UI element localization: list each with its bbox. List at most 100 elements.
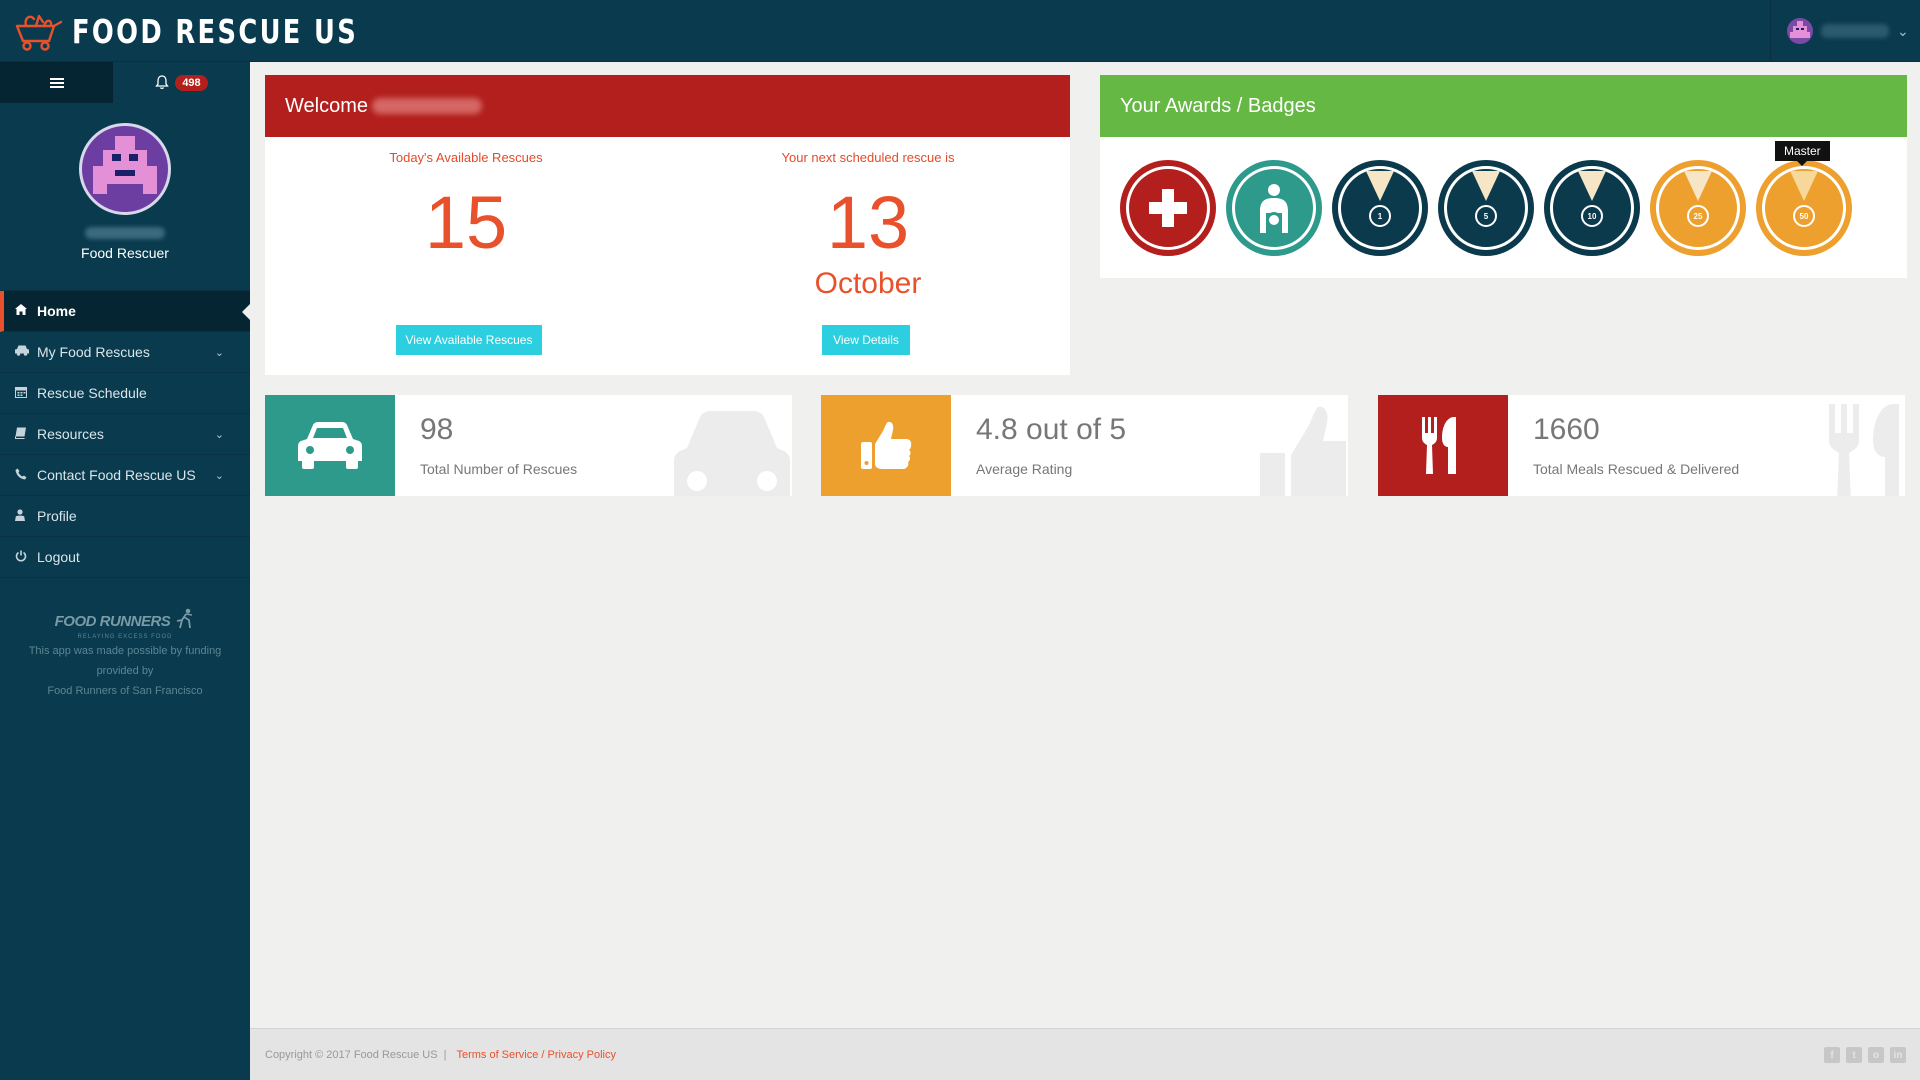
footer-copyright: Copyright © 2017 Food Rescue US bbox=[265, 1048, 438, 1061]
medal-10-badge[interactable]: 10 bbox=[1544, 160, 1640, 256]
sidebar-toolbar: 498 bbox=[0, 62, 250, 103]
book-icon bbox=[15, 427, 37, 442]
next-rescue-month: October bbox=[814, 267, 922, 300]
user-name-blurred bbox=[1821, 24, 1889, 38]
sidebar-item-contact[interactable]: Contact Food Rescue US ⌄ bbox=[0, 455, 250, 496]
sidebar-item-label: Profile bbox=[37, 508, 77, 524]
power-icon bbox=[15, 550, 37, 565]
view-details-button[interactable]: View Details bbox=[822, 325, 910, 355]
profile-block: Food Rescuer bbox=[0, 103, 250, 291]
nurture-badge[interactable] bbox=[1226, 160, 1322, 256]
facebook-icon[interactable]: f bbox=[1824, 1047, 1840, 1063]
sidebar: 498 Food Rescuer Home My Food Rescues ⌄ … bbox=[0, 62, 251, 1080]
stat-card-rescues: 98 Total Number of Rescues bbox=[265, 395, 792, 496]
welcome-title: Welcome bbox=[285, 94, 368, 117]
stat-value-rating: 4.8 out of 5 bbox=[976, 413, 1127, 446]
stat-value-rescues: 98 bbox=[420, 413, 454, 446]
sponsor-line-3: Food Runners of San Francisco bbox=[47, 685, 203, 697]
car-icon bbox=[265, 395, 395, 496]
profile-username-blurred bbox=[85, 227, 165, 239]
awards-card: Your Awards / Badges 1 5 10 25 50 Master bbox=[1100, 75, 1907, 278]
brand[interactable]: FOOD RESCUE US bbox=[14, 10, 439, 52]
sidebar-item-label: Contact Food Rescue US bbox=[37, 467, 196, 483]
brand-name: FOOD RESCUE US bbox=[72, 11, 359, 51]
twitter-icon[interactable]: t bbox=[1846, 1047, 1862, 1063]
sidebar-item-label: My Food Rescues bbox=[37, 344, 150, 360]
car-watermark-icon bbox=[674, 411, 790, 496]
thumbs-up-icon bbox=[821, 395, 951, 496]
chevron-down-icon: ⌄ bbox=[214, 346, 224, 359]
available-rescues-count: 15 bbox=[424, 181, 508, 264]
medal-1-badge[interactable]: 1 bbox=[1332, 160, 1428, 256]
medal-25-badge[interactable]: 25 bbox=[1650, 160, 1746, 256]
stat-label-meals: Total Meals Rescued & Delivered bbox=[1533, 461, 1740, 477]
sponsor-line-1: This app was made possible by funding bbox=[28, 645, 222, 657]
badge-tooltip: Master bbox=[1775, 141, 1830, 166]
first-aid-badge[interactable] bbox=[1120, 160, 1216, 256]
notification-count-badge: 498 bbox=[175, 74, 208, 91]
sidebar-nav: Home My Food Rescues ⌄ Rescue Schedule R… bbox=[0, 291, 251, 578]
sidebar-item-label: Home bbox=[37, 303, 76, 319]
welcome-card: Welcome Today's Available Rescues 15 You… bbox=[265, 75, 1070, 375]
medal-1-badge-label: 1 bbox=[1369, 205, 1391, 227]
sponsor-tagline: RELAYING EXCESS FOOD bbox=[77, 634, 173, 640]
food-runners-logo[interactable]: FOOD RUNNERS RELAYING EXCESS FOOD bbox=[0, 608, 250, 641]
hamburger-menu-icon[interactable] bbox=[0, 62, 113, 103]
sidebar-item-label: Logout bbox=[37, 549, 80, 565]
top-navbar: FOOD RESCUE US ⌄ bbox=[0, 0, 1920, 62]
home-icon bbox=[15, 304, 37, 318]
next-rescue-column: Your next scheduled rescue is 13 October bbox=[667, 150, 1069, 301]
sidebar-item-profile[interactable]: Profile bbox=[0, 496, 250, 537]
thumbs-up-watermark-icon bbox=[1260, 406, 1346, 496]
master-50-badge-label: 50 bbox=[1793, 205, 1815, 227]
chevron-down-icon: ⌄ bbox=[1897, 22, 1909, 39]
profile-avatar[interactable] bbox=[79, 123, 171, 215]
utensils-watermark-icon bbox=[1829, 404, 1899, 496]
medal-5-badge[interactable]: 5 bbox=[1438, 160, 1534, 256]
available-rescues-label: Today's Available Rescues bbox=[389, 150, 543, 165]
available-rescues-column: Today's Available Rescues 15 bbox=[265, 150, 667, 264]
stat-label-rescues: Total Number of Rescues bbox=[420, 461, 578, 477]
footer: Copyright © 2017 Food Rescue US | Terms … bbox=[250, 1028, 1920, 1080]
next-rescue-day: 13 bbox=[826, 181, 910, 264]
welcome-username-blurred bbox=[372, 98, 482, 114]
main-content: Welcome Today's Available Rescues 15 You… bbox=[250, 62, 1920, 1028]
sidebar-item-logout[interactable]: Logout bbox=[0, 537, 250, 578]
utensils-icon bbox=[1378, 395, 1508, 496]
sidebar-item-resources[interactable]: Resources ⌄ bbox=[0, 414, 250, 455]
phone-icon bbox=[15, 468, 37, 483]
linkedin-icon[interactable]: in bbox=[1890, 1047, 1906, 1063]
sidebar-item-home[interactable]: Home bbox=[0, 291, 251, 332]
footer-separator: | bbox=[443, 1048, 447, 1061]
welcome-header: Welcome bbox=[265, 75, 1070, 137]
runner-icon bbox=[177, 608, 193, 629]
cross-icon bbox=[1149, 189, 1187, 227]
stat-label-rating: Average Rating bbox=[976, 461, 1073, 477]
sponsor-line-2: provided by bbox=[96, 665, 154, 677]
stat-card-rating: 4.8 out of 5 Average Rating bbox=[821, 395, 1348, 496]
medal-10-badge-label: 10 bbox=[1581, 205, 1603, 227]
awards-header: Your Awards / Badges bbox=[1100, 75, 1907, 137]
profile-role: Food Rescuer bbox=[81, 245, 169, 261]
terms-privacy-link[interactable]: Terms of Service / Privacy Policy bbox=[456, 1049, 616, 1061]
next-rescue-label: Your next scheduled rescue is bbox=[781, 150, 955, 165]
master-50-badge[interactable]: 50 bbox=[1756, 160, 1852, 256]
bell-icon bbox=[155, 75, 170, 89]
badges-row: 1 5 10 25 50 bbox=[1120, 160, 1852, 256]
stat-value-meals: 1660 bbox=[1533, 413, 1600, 446]
calendar-icon bbox=[15, 386, 37, 401]
sidebar-item-my-food-rescues[interactable]: My Food Rescues ⌄ bbox=[0, 332, 250, 373]
user-avatar bbox=[1787, 18, 1813, 44]
wagon-logo-icon bbox=[15, 14, 63, 51]
hands-apple-icon bbox=[1260, 184, 1288, 233]
sidebar-item-label: Rescue Schedule bbox=[37, 385, 147, 401]
instagram-icon[interactable]: o bbox=[1868, 1047, 1884, 1063]
medal-25-badge-label: 25 bbox=[1687, 205, 1709, 227]
sidebar-item-label: Resources bbox=[37, 426, 104, 442]
notifications-button[interactable]: 498 bbox=[113, 62, 250, 103]
view-available-rescues-button[interactable]: View Available Rescues bbox=[396, 325, 542, 355]
chevron-down-icon: ⌄ bbox=[214, 469, 224, 482]
sponsor-block: FOOD RUNNERS RELAYING EXCESS FOOD This a… bbox=[0, 608, 250, 701]
user-menu[interactable]: ⌄ bbox=[1770, 0, 1920, 62]
sidebar-item-rescue-schedule[interactable]: Rescue Schedule bbox=[0, 373, 250, 414]
